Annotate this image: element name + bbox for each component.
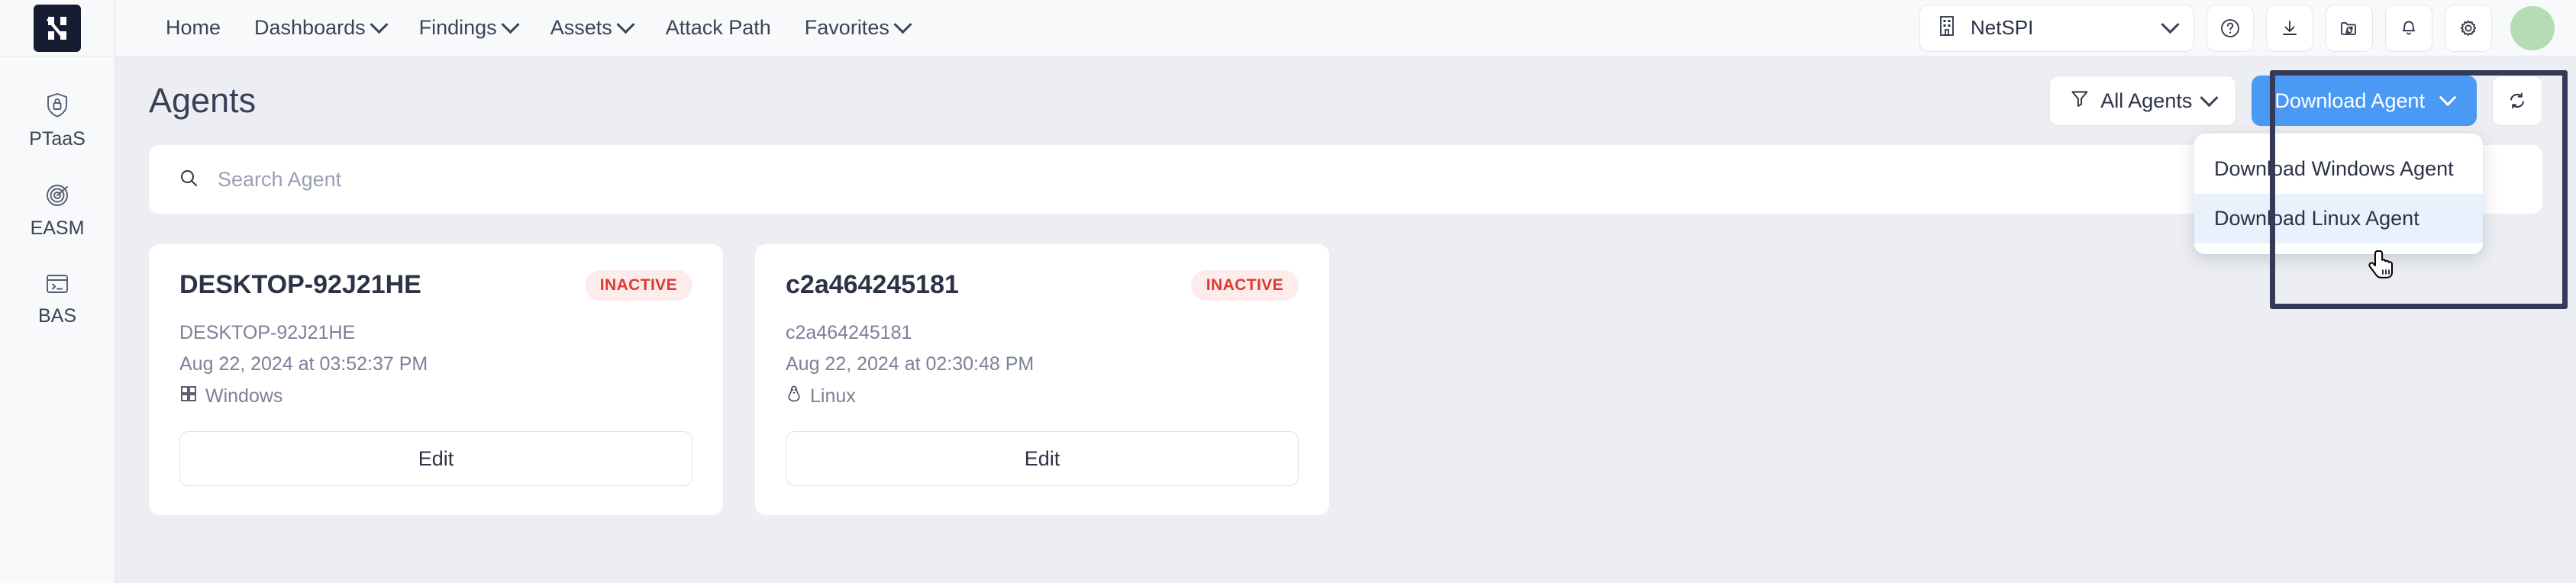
menu-item-download-linux-agent[interactable]: Download Linux Agent [2194,194,2483,243]
sidebar-item-label: PTaaS [29,128,86,150]
sidebar-item-ptaas[interactable]: PTaaS [0,92,115,150]
agent-name: DESKTOP-92J21HE [179,270,421,299]
nav-label: Assets [550,16,612,39]
linux-penguin-icon [786,385,802,408]
download-agent-button[interactable]: Download Agent [2252,76,2477,126]
agent-os: Linux [786,385,1299,408]
pointer-hand-cursor [2368,250,2399,290]
chevron-down-icon [893,15,912,34]
search-icon [178,167,199,192]
edit-button[interactable]: Edit [786,431,1299,486]
download-agent-label: Download Agent [2274,89,2425,112]
nav-label: Home [166,16,221,39]
download-agent-dropdown-wrap: Download Agent Download Windows Agent Do… [2194,76,2483,254]
left-sidebar: PTaaS EASM BAS [0,56,115,583]
org-name-label: NetSPI [1971,16,2034,39]
page-header-actions: All Agents Download Agent Download Windo… [2049,76,2542,254]
nav-item-favorites[interactable]: Favorites [788,0,926,56]
agent-name: c2a464245181 [786,270,959,299]
gear-icon[interactable] [2445,4,2492,52]
sidebar-item-label: BAS [37,305,77,327]
folder-sync-icon[interactable] [2326,4,2373,52]
page-title: Agents [149,81,257,120]
chevron-down-icon [501,15,520,34]
agent-card[interactable]: DESKTOP-92J21HE INACTIVE DESKTOP-92J21HE… [149,244,723,515]
filter-label: All Agents [2100,89,2193,112]
nav-label: Dashboards [254,16,366,39]
windows-icon [179,385,198,408]
agent-os-label: Linux [810,385,856,407]
agent-timestamp: Aug 22, 2024 at 02:30:48 PM [786,353,1035,375]
menu-item-label: Download Windows Agent [2214,157,2454,180]
sidebar-item-label: EASM [30,217,85,239]
nav-item-home[interactable]: Home [149,0,237,56]
edit-button[interactable]: Edit [179,431,692,486]
nav-label: Findings [418,16,497,39]
brand-logo[interactable] [0,0,115,56]
agent-hostname: DESKTOP-92J21HE [179,322,356,343]
org-selector[interactable]: NetSPI [1919,4,2194,52]
bell-icon[interactable] [2385,4,2432,52]
chevron-down-icon [2161,15,2180,34]
chevron-down-icon [2200,88,2219,107]
help-icon[interactable] [2206,4,2254,52]
chevron-down-icon [2439,89,2457,107]
status-badge: INACTIVE [1190,270,1299,301]
chevron-down-icon [370,15,389,34]
download-icon[interactable] [2266,4,2313,52]
refresh-button[interactable] [2492,76,2542,126]
shield-lock-icon [44,92,70,123]
agent-card-header: c2a464245181 INACTIVE [786,270,1299,301]
agent-card-header: DESKTOP-92J21HE INACTIVE [179,270,692,301]
building-icon [1937,14,1957,42]
menu-item-label: Download Linux Agent [2214,207,2419,230]
agents-card-grid: DESKTOP-92J21HE INACTIVE DESKTOP-92J21HE… [149,244,2542,515]
page-header: Agents All Agents Download Agent Downloa… [149,56,2542,254]
nav-label: Attack Path [665,16,771,39]
nav-item-attack-path[interactable]: Attack Path [649,0,788,56]
agent-hostname: c2a464245181 [786,322,912,343]
nav-item-findings[interactable]: Findings [402,0,534,56]
agent-os-label: Windows [205,385,283,407]
user-avatar[interactable] [2510,5,2555,50]
top-navigation-bar: Home Dashboards Findings Assets Attack P… [0,0,2576,56]
agent-os: Windows [179,385,692,408]
topbar-actions: NetSPI [1919,4,2576,52]
download-agent-menu: Download Windows Agent Download Linux Ag… [2194,134,2483,254]
terminal-icon [44,272,70,300]
agent-card[interactable]: c2a464245181 INACTIVE c2a464245181 Aug 2… [755,244,1329,515]
radar-target-icon [44,182,70,212]
filter-funnel-icon [2070,89,2090,114]
nav-item-dashboards[interactable]: Dashboards [237,0,402,56]
nav-label: Favorites [804,16,889,39]
sidebar-item-bas[interactable]: BAS [0,272,115,327]
status-badge: INACTIVE [584,270,692,301]
main-content: Agents All Agents Download Agent Downloa… [115,56,2576,583]
main-nav-links: Home Dashboards Findings Assets Attack P… [149,0,926,56]
agents-filter-dropdown[interactable]: All Agents [2049,76,2237,126]
agent-timestamp: Aug 22, 2024 at 03:52:37 PM [179,353,428,375]
chevron-down-icon [616,15,635,34]
search-bar [149,145,2542,214]
netspi-n-logo-icon [34,4,81,52]
search-input[interactable] [218,167,2513,192]
menu-item-download-windows-agent[interactable]: Download Windows Agent [2194,144,2483,194]
nav-item-assets[interactable]: Assets [534,0,649,56]
sidebar-item-easm[interactable]: EASM [0,182,115,240]
